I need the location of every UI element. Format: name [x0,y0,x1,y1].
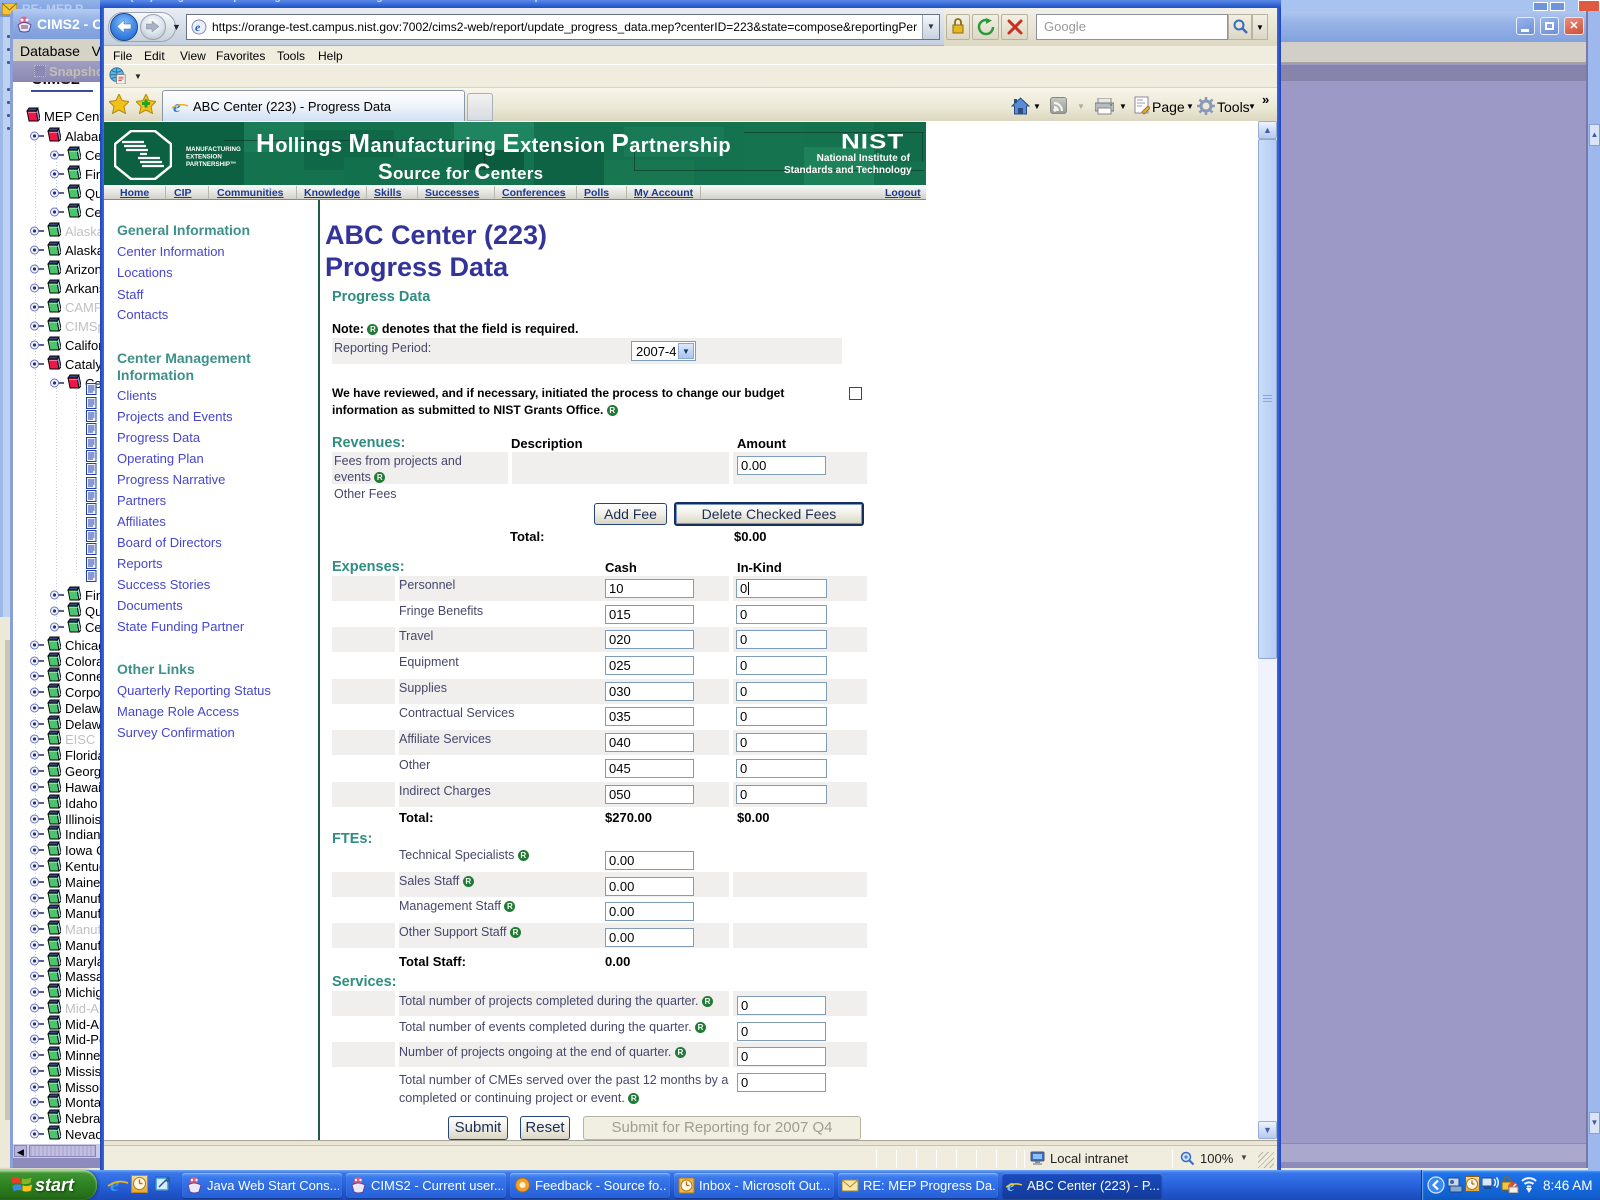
svg-text:e: e [195,20,201,34]
